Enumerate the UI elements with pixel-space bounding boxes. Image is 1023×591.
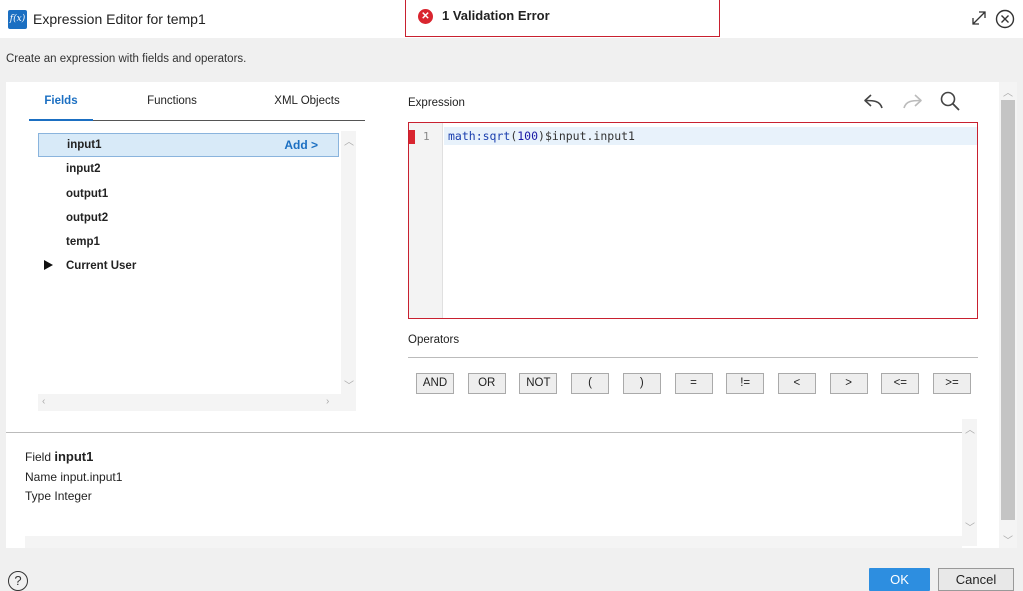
info-divider bbox=[6, 432, 966, 433]
code-paren-close: ) bbox=[538, 129, 545, 143]
operators-label: Operators bbox=[408, 334, 460, 346]
editor-panel: Fields Functions XML Objects input1 Add … bbox=[6, 82, 1017, 548]
scroll-up-icon[interactable]: ︿ bbox=[965, 421, 975, 436]
info-field-label: Field bbox=[25, 450, 52, 464]
expand-icon[interactable] bbox=[970, 9, 988, 27]
field-label: input2 bbox=[66, 163, 101, 175]
scroll-down-icon[interactable]: ﹀ bbox=[1003, 532, 1013, 547]
scroll-left-icon[interactable]: ‹ bbox=[42, 396, 45, 407]
field-item-input1[interactable]: input1 Add > bbox=[38, 133, 339, 157]
field-item-output1[interactable]: output1 bbox=[38, 183, 339, 207]
field-item-temp1[interactable]: temp1 bbox=[38, 231, 339, 255]
operator-button[interactable]: < bbox=[777, 373, 816, 394]
info-name-value: input.input1 bbox=[60, 469, 123, 484]
field-list-horizontal-scrollbar[interactable]: ‹ › bbox=[38, 394, 356, 411]
scroll-down-icon[interactable]: ﹀ bbox=[344, 377, 354, 392]
tab-fields[interactable]: Fields bbox=[29, 94, 93, 121]
title-bar: f(x) Expression Editor for temp1 ✕ 1 Val… bbox=[0, 0, 1023, 38]
operator-button[interactable]: >= bbox=[933, 373, 971, 394]
operators-divider bbox=[408, 357, 978, 358]
field-list: input1 Add > input2 output1 output2 temp… bbox=[38, 131, 356, 411]
field-item-input2[interactable]: input2 bbox=[38, 158, 339, 182]
info-field-value: input1 bbox=[54, 449, 94, 464]
line-gutter: 1 bbox=[409, 123, 443, 318]
info-horizontal-scrollbar[interactable] bbox=[25, 536, 962, 548]
error-marker bbox=[409, 130, 415, 144]
redo-icon[interactable] bbox=[900, 90, 924, 112]
code-function-token: math:sqrt bbox=[448, 129, 511, 143]
info-type-row: Type Integer bbox=[25, 487, 122, 507]
field-label: output1 bbox=[66, 188, 109, 200]
info-field-row: Field input1 bbox=[25, 447, 122, 468]
field-info: Field input1 Name input.input1 Type Inte… bbox=[25, 447, 122, 507]
info-type-label: Type bbox=[25, 489, 52, 503]
close-icon[interactable] bbox=[995, 9, 1015, 29]
validation-error-text: 1 Validation Error bbox=[442, 8, 550, 23]
expression-editor[interactable]: 1 math:sqrt(100)$input.input1 bbox=[408, 122, 978, 319]
scroll-down-icon[interactable]: ﹀ bbox=[965, 519, 975, 534]
info-name-label: Name bbox=[25, 469, 58, 484]
cancel-button[interactable]: Cancel bbox=[938, 568, 1014, 591]
info-vertical-scrollbar[interactable]: ︿ ﹀ bbox=[962, 419, 977, 546]
tab-functions[interactable]: Functions bbox=[139, 94, 205, 121]
field-item-output2[interactable]: output2 bbox=[38, 207, 339, 231]
panel-vertical-scrollbar[interactable]: ︿ ﹀ bbox=[999, 82, 1017, 548]
operator-button[interactable]: OR bbox=[467, 373, 506, 394]
field-label: temp1 bbox=[66, 236, 100, 248]
add-field-button[interactable]: Add > bbox=[284, 138, 318, 152]
scroll-up-icon[interactable]: ︿ bbox=[344, 133, 354, 148]
code-number-token: 100 bbox=[517, 129, 539, 143]
operator-button[interactable]: ( bbox=[571, 373, 610, 394]
operator-button[interactable]: != bbox=[726, 373, 765, 394]
search-icon[interactable] bbox=[938, 90, 962, 112]
field-label: Current User bbox=[66, 260, 137, 272]
tab-bar: Fields Functions XML Objects bbox=[29, 94, 365, 121]
field-label: input1 bbox=[67, 139, 102, 151]
expand-arrow-icon[interactable] bbox=[44, 260, 53, 270]
operator-button[interactable]: <= bbox=[881, 373, 920, 394]
dialog-subtitle: Create an expression with fields and ope… bbox=[6, 53, 247, 65]
scroll-right-icon[interactable]: › bbox=[326, 396, 329, 407]
error-circle-icon: ✕ bbox=[418, 9, 433, 24]
operator-button[interactable]: > bbox=[829, 373, 868, 394]
info-type-value: Integer bbox=[54, 489, 92, 503]
field-label: output2 bbox=[66, 212, 109, 224]
help-icon[interactable]: ? bbox=[8, 571, 28, 591]
info-name-row: Name input.input1 bbox=[25, 468, 122, 488]
code-variable-token: $input.input1 bbox=[544, 129, 635, 143]
code-line[interactable]: math:sqrt(100)$input.input1 bbox=[444, 127, 977, 145]
operator-button[interactable]: = bbox=[674, 373, 713, 394]
operator-button[interactable]: AND bbox=[416, 373, 454, 394]
ok-button[interactable]: OK bbox=[869, 568, 930, 591]
operator-button[interactable]: ) bbox=[622, 373, 661, 394]
tab-xml-objects[interactable]: XML Objects bbox=[269, 94, 345, 121]
window-title: Expression Editor for temp1 bbox=[33, 11, 206, 27]
expression-label: Expression bbox=[408, 97, 465, 109]
fx-icon: f(x) bbox=[8, 10, 27, 29]
scrollbar-thumb[interactable] bbox=[1001, 100, 1015, 520]
field-list-vertical-scrollbar[interactable]: ︿ ﹀ bbox=[341, 131, 356, 394]
operator-button[interactable]: NOT bbox=[519, 373, 558, 394]
validation-error-banner[interactable]: ✕ 1 Validation Error bbox=[405, 0, 720, 37]
undo-icon[interactable] bbox=[862, 90, 886, 112]
field-group-current-user[interactable]: Current User bbox=[38, 255, 339, 279]
line-number: 1 bbox=[423, 130, 430, 143]
scroll-up-icon[interactable]: ︿ bbox=[1003, 84, 1013, 99]
